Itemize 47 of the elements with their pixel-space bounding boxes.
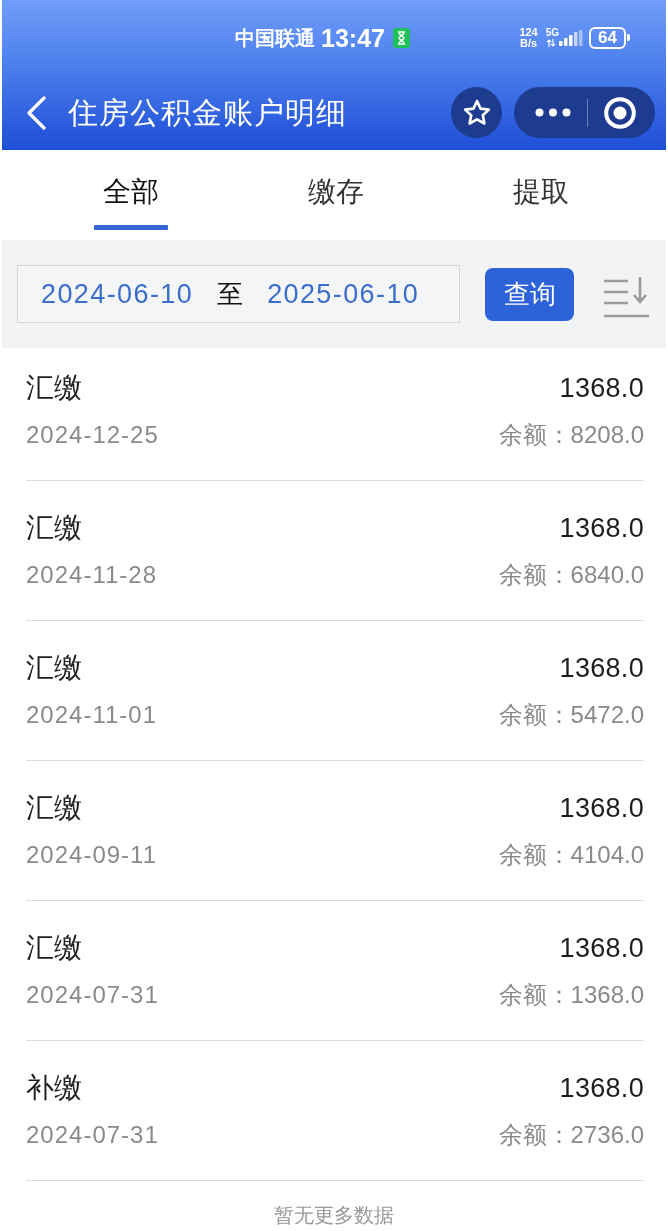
star-icon — [462, 99, 491, 126]
signal-bars-icon — [559, 29, 584, 46]
carrier-name: 中国联通 — [235, 25, 315, 50]
record-balance: 余额：1368.0 — [498, 982, 644, 1008]
record-type: 补缴 — [26, 1073, 83, 1103]
record-amount: 1368.0 — [559, 1073, 644, 1103]
net-speed-value: 124 — [519, 26, 538, 38]
record-type: 汇缴 — [26, 653, 83, 683]
record-type: 汇缴 — [26, 373, 83, 403]
hourglass-icon — [392, 27, 410, 48]
record-amount: 1368.0 — [559, 933, 644, 963]
record-balance: 余额：4104.0 — [498, 842, 644, 868]
record-balance: 余额：2736.0 — [498, 1122, 644, 1148]
favorite-button[interactable] — [451, 87, 502, 138]
end-date[interactable]: 2025-06-10 — [267, 278, 420, 310]
page-title: 住房公积金账户明细 — [68, 94, 347, 131]
clock-time: 13:47 — [321, 23, 385, 52]
record-balance: 余额：6840.0 — [498, 562, 644, 588]
record-type: 汇缴 — [26, 513, 83, 543]
tab[interactable]: 提取 — [503, 150, 578, 240]
network-type: 5G — [545, 27, 560, 38]
record-amount: 1368.0 — [559, 653, 644, 683]
record-date: 2024-12-25 — [26, 422, 159, 448]
query-button[interactable]: 查询 — [485, 268, 574, 321]
record-balance: 余额：5472.0 — [498, 702, 644, 728]
more-icon[interactable] — [535, 108, 571, 117]
record-type: 汇缴 — [26, 933, 83, 963]
no-more-data-text: 暂无更多数据 — [274, 1203, 394, 1227]
circle-dot-icon[interactable] — [604, 96, 636, 129]
record-date: 2024-07-31 — [26, 982, 159, 1008]
net-speed-unit: B/s — [520, 37, 538, 49]
range-separator: 至 — [217, 278, 244, 310]
record-date: 2024-11-28 — [26, 562, 157, 588]
record-type: 汇缴 — [26, 793, 83, 823]
record-amount: 1368.0 — [559, 793, 644, 823]
start-date[interactable]: 2024-06-10 — [41, 278, 194, 310]
record-amount: 1368.0 — [559, 373, 644, 403]
data-arrows-icon — [545, 37, 556, 48]
record-date: 2024-09-11 — [26, 842, 157, 868]
record-date: 2024-07-31 — [26, 1122, 159, 1148]
record-amount: 1368.0 — [559, 513, 644, 543]
record-balance: 余额：8208.0 — [498, 422, 644, 448]
tab[interactable]: 全部 — [93, 150, 168, 240]
record-date: 2024-11-01 — [26, 702, 157, 728]
tab[interactable]: 缴存 — [298, 150, 373, 240]
battery-indicator: 64 — [589, 26, 630, 49]
back-icon[interactable] — [25, 95, 47, 130]
